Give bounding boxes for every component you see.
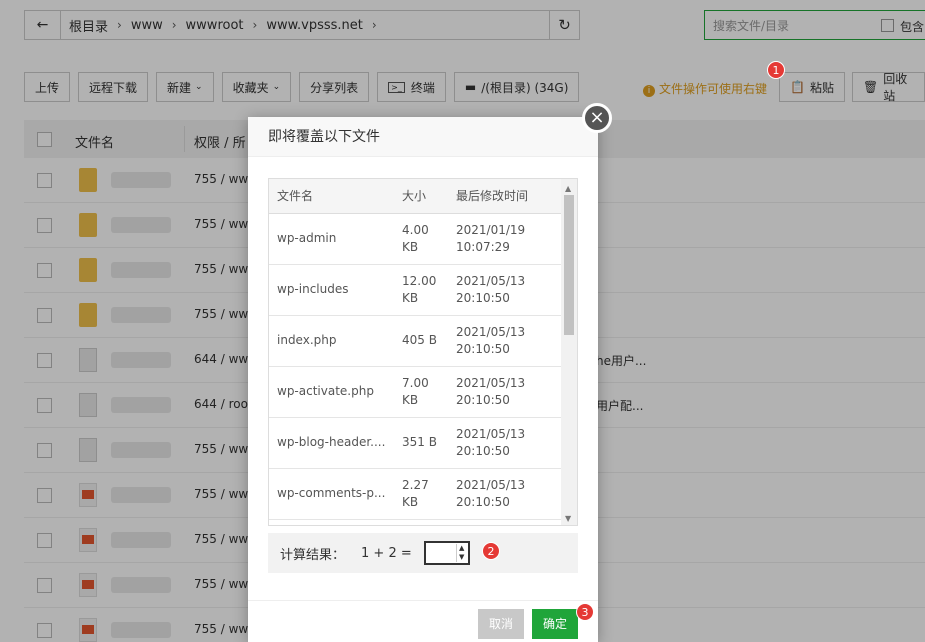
file-size: 4.00 KB — [394, 213, 448, 264]
size-value: 351 B — [402, 435, 437, 449]
close-icon: × — [589, 107, 604, 128]
file-size: 2.27 KB — [394, 468, 448, 519]
calc-result-input[interactable]: ▲▼ — [424, 541, 470, 565]
file-size: 7.00 KB — [394, 366, 448, 417]
size-value: 2.27 — [402, 478, 429, 492]
file-mtime: 2021/05/13 20:10:50 — [448, 468, 563, 519]
scrollbar-thumb[interactable] — [564, 195, 574, 335]
size-value: 7.00 — [402, 376, 429, 390]
spin-down-icon[interactable]: ▼ — [459, 553, 464, 561]
size-unit: KB — [402, 240, 418, 254]
size-unit: KB — [402, 393, 418, 407]
size-unit: KB — [402, 495, 418, 509]
number-spinner[interactable]: ▲▼ — [456, 544, 467, 562]
confirm-button[interactable]: 确定 — [532, 609, 578, 639]
file-name: wp-blog-header.... — [269, 417, 394, 468]
size-value: 12.00 — [402, 274, 436, 288]
mtime-time: 10:07:29 — [456, 240, 510, 254]
cancel-button[interactable]: 取消 — [478, 609, 524, 639]
scrollbar[interactable]: ▲ ▼ — [561, 179, 577, 525]
mtime-date: 2021/05/13 — [456, 325, 525, 339]
table-row: wp-comments-p... 2.27 KB 2021/05/13 20:10:50 — [269, 468, 563, 519]
file-table-header-row: 文件名 大小 最后修改时间 — [269, 179, 563, 213]
file-mtime: 2021/05/13 20:10:50 — [448, 264, 563, 315]
table-row: wp-admin 4.00 KB 2021/01/19 10:07:29 — [269, 213, 563, 264]
mtime-time: 20:10:50 — [456, 393, 510, 407]
dialog-footer: 取消 确定 — [248, 600, 598, 642]
calc-label: 计算结果： — [280, 544, 345, 563]
close-button[interactable]: × — [582, 103, 612, 133]
step-badge-2: 2 — [482, 542, 500, 560]
mtime-date: 2021/01/19 — [456, 223, 525, 237]
scroll-down-icon[interactable]: ▼ — [565, 514, 571, 523]
file-table: 文件名 大小 最后修改时间 wp-admin 4.00 KB 2021/01/19 10… — [269, 179, 563, 520]
overwrite-file-list: 文件名 大小 最后修改时间 wp-admin 4.00 KB 2021/01/19 10… — [268, 178, 578, 526]
table-row: wp-activate.php 7.00 KB 2021/05/13 20:10:50 — [269, 366, 563, 417]
captcha-row: 计算结果： 1 + 2 = ▲▼ — [268, 533, 578, 573]
mtime-date: 2021/05/13 — [456, 478, 525, 492]
calc-expression: 1 + 2 = — [361, 546, 412, 561]
mtime-time: 20:10:50 — [456, 495, 510, 509]
table-row: wp-blog-header.... 351 B 2021/05/13 20:10:5… — [269, 417, 563, 468]
table-row: wp-includes 12.00 KB 2021/05/13 20:10:50 — [269, 264, 563, 315]
mtime-date: 2021/05/13 — [456, 376, 525, 390]
file-name: index.php — [269, 315, 394, 366]
file-mtime: 2021/05/13 20:10:50 — [448, 417, 563, 468]
spin-up-icon[interactable]: ▲ — [459, 544, 464, 552]
file-name: wp-admin — [269, 213, 394, 264]
file-size: 12.00 KB — [394, 264, 448, 315]
size-value: 4.00 — [402, 223, 429, 237]
file-name: wp-comments-p... — [269, 468, 394, 519]
file-name: wp-includes — [269, 264, 394, 315]
scroll-up-icon[interactable]: ▲ — [565, 184, 571, 193]
file-mtime: 2021/01/19 10:07:29 — [448, 213, 563, 264]
file-mtime: 2021/05/13 20:10:50 — [448, 366, 563, 417]
mtime-date: 2021/05/13 — [456, 427, 525, 441]
col-filename: 文件名 — [269, 179, 394, 213]
step-badge-3: 3 — [576, 603, 594, 621]
overwrite-dialog: 即将覆盖以下文件 × 文件名 大小 最后修改时间 wp-admin4.00KB2… — [248, 117, 598, 642]
mtime-date: 2021/05/13 — [456, 274, 525, 288]
size-value: 405 B — [402, 333, 437, 347]
file-size: 351 B — [394, 417, 448, 468]
mtime-time: 20:10:50 — [456, 444, 510, 458]
dialog-title: 即将覆盖以下文件 — [248, 117, 598, 157]
file-name: wp-activate.php — [269, 366, 394, 417]
file-mtime: 2021/05/13 20:10:50 — [448, 315, 563, 366]
mtime-time: 20:10:50 — [456, 342, 510, 356]
size-unit: KB — [402, 291, 418, 305]
file-size: 405 B — [394, 315, 448, 366]
col-modified: 最后修改时间 — [448, 179, 563, 213]
col-size: 大小 — [394, 179, 448, 213]
table-row: index.php 405 B 2021/05/13 20:10:50 — [269, 315, 563, 366]
step-badge-1: 1 — [767, 61, 785, 79]
mtime-time: 20:10:50 — [456, 291, 510, 305]
